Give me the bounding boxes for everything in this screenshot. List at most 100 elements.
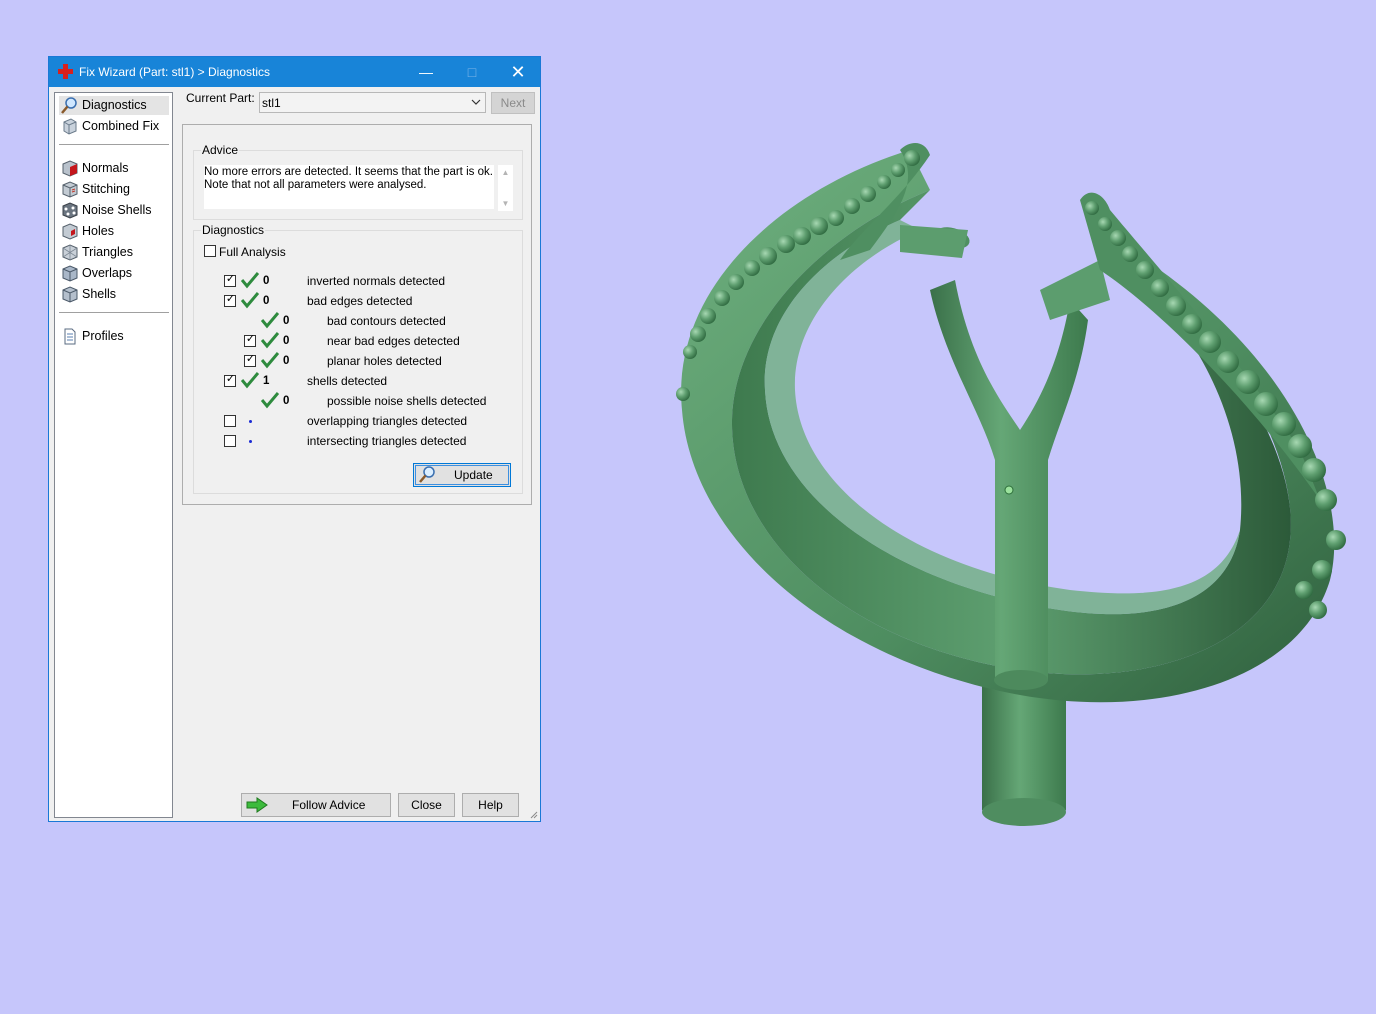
- fix-wizard-dialog: Fix Wizard (Part: stl1) > Diagnostics — …: [48, 56, 541, 822]
- resize-grip-icon[interactable]: [529, 810, 538, 819]
- normals-cube-icon: [62, 160, 78, 177]
- current-part-value: stl1: [262, 96, 281, 110]
- minimize-button[interactable]: —: [403, 57, 449, 87]
- update-label: Update: [454, 468, 493, 482]
- checkmark-icon: ✓: [225, 273, 236, 285]
- ok-check-icon: [241, 372, 259, 389]
- row-label: bad edges detected: [307, 294, 413, 308]
- maximize-button[interactable]: □: [449, 57, 495, 87]
- nav-item-label: Combined Fix: [82, 119, 160, 133]
- advice-line: No more errors are detected. It seems th…: [204, 166, 493, 178]
- nav-divider: [59, 312, 169, 313]
- advice-line: Note that not all parameters were analys…: [204, 179, 427, 191]
- nav-item-overlaps[interactable]: Overlaps: [59, 264, 169, 283]
- row-checkbox[interactable]: ✓: [224, 273, 236, 287]
- nav-item-profiles[interactable]: Profiles: [59, 327, 169, 346]
- row-label: near bad edges detected: [327, 334, 460, 348]
- nav-item-stitching[interactable]: Stitching: [59, 180, 169, 199]
- follow-advice-button[interactable]: Follow Advice: [241, 793, 391, 817]
- nav-item-normals[interactable]: Normals: [59, 159, 169, 178]
- row-label: shells detected: [307, 374, 388, 388]
- checkmark-icon: ✓: [245, 353, 256, 365]
- nav-item-label: Noise Shells: [82, 203, 152, 217]
- magnifier-icon: [61, 97, 77, 114]
- nav-item-label: Stitching: [82, 182, 130, 196]
- holes-cube-icon: [62, 223, 78, 240]
- close-button[interactable]: Close: [398, 793, 455, 817]
- row-label: planar holes detected: [327, 354, 442, 368]
- row-label: inverted normals detected: [307, 274, 446, 288]
- row-checkbox[interactable]: ✓: [224, 293, 236, 307]
- current-part-select[interactable]: stl1: [259, 92, 486, 113]
- next-button[interactable]: Next: [491, 92, 535, 114]
- part-icon: [63, 118, 77, 135]
- ok-check-icon: [261, 392, 279, 409]
- ok-check-icon: [241, 292, 259, 309]
- app-cross-icon: [58, 64, 73, 79]
- advice-scrollbar[interactable]: ▲ ▼: [498, 165, 513, 211]
- not-analysed-dot: [249, 420, 252, 423]
- nav-item-label: Diagnostics: [82, 98, 147, 112]
- nav-item-label: Holes: [82, 224, 114, 238]
- row-label: bad contours detected: [327, 314, 446, 328]
- follow-advice-label: Follow Advice: [292, 798, 366, 812]
- nav-divider: [59, 144, 169, 145]
- ring-model[interactable]: [600, 120, 1376, 860]
- ok-check-icon: [261, 352, 279, 369]
- row-checkbox[interactable]: ✓: [244, 353, 256, 367]
- triangles-cube-icon: [62, 244, 78, 261]
- checkmark-icon: ✓: [245, 333, 256, 345]
- scroll-down-icon[interactable]: ▼: [498, 177, 513, 208]
- close-window-button[interactable]: ✕: [495, 57, 541, 87]
- nav-item-combined-fix[interactable]: Combined Fix: [59, 117, 169, 136]
- row-count: 0: [263, 295, 270, 307]
- 3d-viewport[interactable]: [600, 120, 1376, 860]
- help-button[interactable]: Help: [462, 793, 519, 817]
- ok-check-icon: [261, 312, 279, 329]
- advice-title: Advice: [201, 143, 240, 157]
- nav-item-diagnostics[interactable]: Diagnostics: [59, 96, 169, 115]
- nav-item-label: Triangles: [82, 245, 133, 259]
- row-count: 1: [263, 375, 270, 387]
- full-analysis-checkbox[interactable]: [204, 245, 216, 257]
- diagnostics-group: Diagnostics Full Analysis ✓ 0 inverted n…: [193, 223, 523, 494]
- advice-group: Advice No more errors are detected. It s…: [193, 143, 523, 220]
- scroll-up-icon[interactable]: ▲: [498, 165, 513, 177]
- not-analysed-dot: [249, 440, 252, 443]
- nav-item-triangles[interactable]: Triangles: [59, 243, 169, 262]
- nav-item-shells[interactable]: Shells: [59, 285, 169, 304]
- row-label: overlapping triangles detected: [307, 414, 468, 428]
- row-count: 0: [283, 395, 290, 407]
- row-checkbox[interactable]: ✓: [224, 373, 236, 387]
- document-icon: [64, 328, 76, 345]
- row-count: 0: [283, 355, 290, 367]
- row-count: 0: [283, 335, 290, 347]
- nav-item-holes[interactable]: Holes: [59, 222, 169, 241]
- row-checkbox[interactable]: [224, 415, 236, 427]
- wizard-nav: Diagnostics Combined Fix Normals Stitchi…: [54, 92, 173, 818]
- row-count: 0: [283, 315, 290, 327]
- checkmark-icon: ✓: [225, 373, 236, 385]
- row-checkbox[interactable]: [224, 435, 236, 447]
- ok-check-icon: [241, 272, 259, 289]
- ok-check-icon: [261, 332, 279, 349]
- row-label: possible noise shells detected: [327, 394, 487, 408]
- full-analysis-label: Full Analysis: [219, 245, 286, 259]
- update-button[interactable]: Update: [413, 463, 511, 487]
- arrow-right-icon: [246, 797, 268, 813]
- diagnostics-panel: Advice No more errors are detected. It s…: [182, 124, 532, 505]
- noise-shells-icon: [62, 202, 78, 219]
- nav-item-label: Normals: [82, 161, 129, 175]
- diagnostics-title: Diagnostics: [201, 223, 266, 237]
- row-label: intersecting triangles detected: [307, 434, 467, 448]
- nav-item-label: Overlaps: [82, 266, 133, 280]
- shells-cube-icon: [62, 286, 78, 303]
- stitching-cube-icon: [62, 181, 78, 198]
- magnifier-icon: [419, 466, 435, 483]
- nav-item-noise-shells[interactable]: Noise Shells: [59, 201, 169, 220]
- title-bar[interactable]: Fix Wizard (Part: stl1) > Diagnostics — …: [49, 57, 540, 87]
- row-count: 0: [263, 275, 270, 287]
- chevron-down-icon: [471, 99, 481, 105]
- row-checkbox[interactable]: ✓: [244, 333, 256, 347]
- overlaps-cube-icon: [62, 265, 78, 282]
